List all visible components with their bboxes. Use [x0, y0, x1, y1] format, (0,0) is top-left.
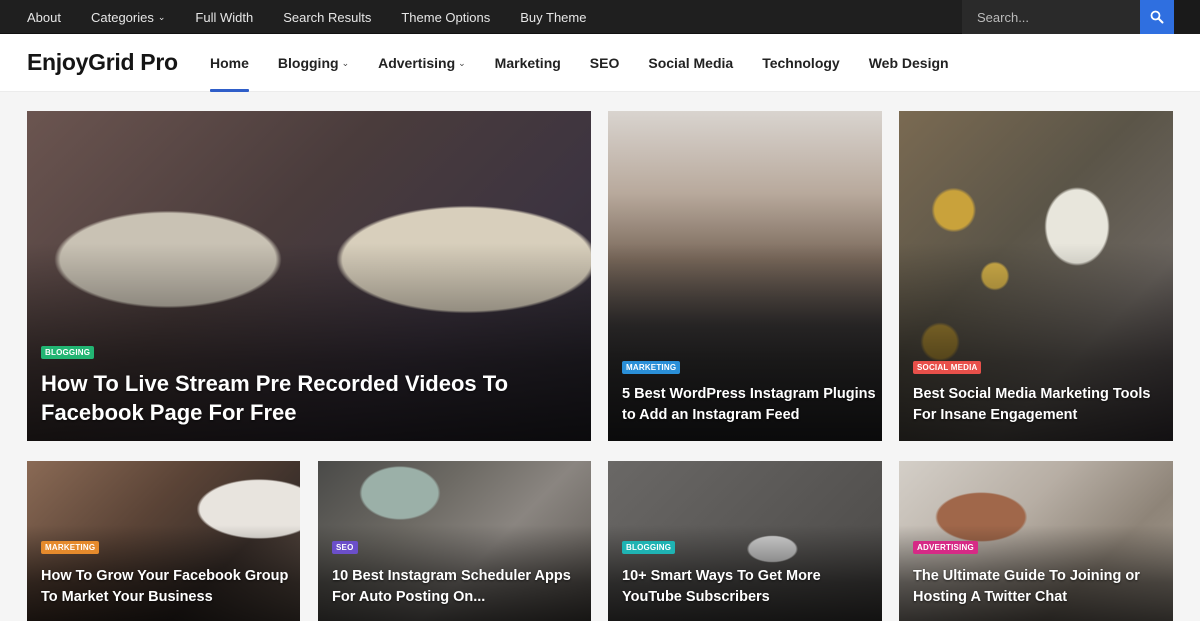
nav-label: Advertising	[378, 55, 456, 71]
post-title[interactable]: The Ultimate Guide To Joining or Hosting…	[913, 566, 1173, 608]
category-badge[interactable]: Marketing	[41, 541, 100, 554]
top-bar: About Categories ⌄ Full Width Search Resu…	[0, 0, 1200, 34]
chevron-down-icon: ⌄	[458, 57, 466, 68]
site-header: EnjoyGrid Pro Home Blogging ⌄ Advertising…	[0, 34, 1200, 92]
top-nav-label: About	[27, 9, 61, 25]
top-nav-theme-options[interactable]: Theme Options	[401, 10, 490, 25]
post-title[interactable]: 10 Best Instagram Scheduler Apps For Aut…	[332, 566, 591, 608]
top-nav-categories[interactable]: Categories ⌄	[91, 10, 165, 25]
top-nav-full-width[interactable]: Full Width	[195, 10, 253, 25]
post-card[interactable]: SEO 10 Best Instagram Scheduler Apps For…	[318, 461, 591, 621]
nav-label: Home	[210, 55, 249, 71]
nav-seo[interactable]: SEO	[590, 34, 620, 92]
nav-label: Technology	[762, 55, 840, 71]
top-nav-label: Buy Theme	[520, 9, 587, 25]
nav-advertising[interactable]: Advertising ⌄	[378, 34, 466, 92]
nav-label: Marketing	[494, 55, 561, 71]
post-title[interactable]: 5 Best WordPress Instagram Plugins to Ad…	[622, 384, 882, 426]
category-badge[interactable]: SEO	[332, 541, 358, 554]
top-bar-edge	[1174, 0, 1200, 34]
top-nav-buy-theme[interactable]: Buy Theme	[520, 10, 586, 25]
main-nav: Home Blogging ⌄ Advertising ⌄ Marketing SE…	[210, 34, 978, 92]
post-title[interactable]: 10+ Smart Ways To Get More YouTube Subsc…	[622, 566, 882, 608]
nav-marketing[interactable]: Marketing	[495, 34, 561, 92]
post-title[interactable]: How To Live Stream Pre Recorded Videos T…	[41, 369, 561, 427]
nav-technology[interactable]: Technology	[762, 34, 840, 92]
category-badge[interactable]: Advertising	[913, 541, 978, 554]
search-input[interactable]	[962, 0, 1140, 34]
post-card[interactable]: Blogging 10+ Smart Ways To Get More YouT…	[608, 461, 882, 621]
top-nav-search-results[interactable]: Search Results	[283, 10, 371, 25]
nav-blogging[interactable]: Blogging ⌄	[278, 34, 349, 92]
top-nav-label: Categories	[90, 9, 154, 25]
post-title[interactable]: How To Grow Your Facebook Group To Marke…	[41, 566, 300, 608]
post-card[interactable]: Marketing 5 Best WordPress Instagram Plu…	[608, 111, 882, 441]
nav-web-design[interactable]: Web Design	[869, 34, 949, 92]
category-badge[interactable]: Social Media	[913, 361, 982, 374]
site-logo[interactable]: EnjoyGrid Pro	[27, 49, 178, 76]
category-badge[interactable]: Blogging	[622, 541, 676, 554]
post-card[interactable]: Marketing How To Grow Your Facebook Grou…	[27, 461, 300, 621]
nav-home[interactable]: Home	[210, 34, 249, 92]
chevron-down-icon: ⌄	[341, 57, 350, 68]
nav-label: Social Media	[648, 55, 734, 71]
nav-social-media[interactable]: Social Media	[648, 34, 733, 92]
post-card[interactable]: Social Media Best Social Media Marketing…	[899, 111, 1173, 441]
category-badge[interactable]: Marketing	[622, 361, 681, 374]
search-box	[962, 0, 1140, 34]
post-card[interactable]: Blogging How To Live Stream Pre Recorded…	[27, 111, 591, 441]
top-nav-label: Search Results	[283, 9, 372, 25]
nav-label: SEO	[589, 55, 620, 71]
post-card[interactable]: Advertising The Ultimate Guide To Joinin…	[899, 461, 1173, 621]
search-button[interactable]	[1140, 0, 1174, 34]
search-icon	[1150, 10, 1164, 24]
top-nav-label: Full Width	[195, 9, 254, 25]
post-title[interactable]: Best Social Media Marketing Tools For In…	[913, 384, 1173, 426]
nav-label: Web Design	[868, 55, 949, 71]
top-nav-label: Theme Options	[401, 9, 491, 25]
chevron-down-icon: ⌄	[157, 11, 166, 22]
top-nav-about[interactable]: About	[27, 10, 61, 25]
top-nav: About Categories ⌄ Full Width Search Resu…	[27, 0, 616, 34]
nav-label: Blogging	[277, 55, 339, 71]
category-badge[interactable]: Blogging	[41, 346, 95, 359]
